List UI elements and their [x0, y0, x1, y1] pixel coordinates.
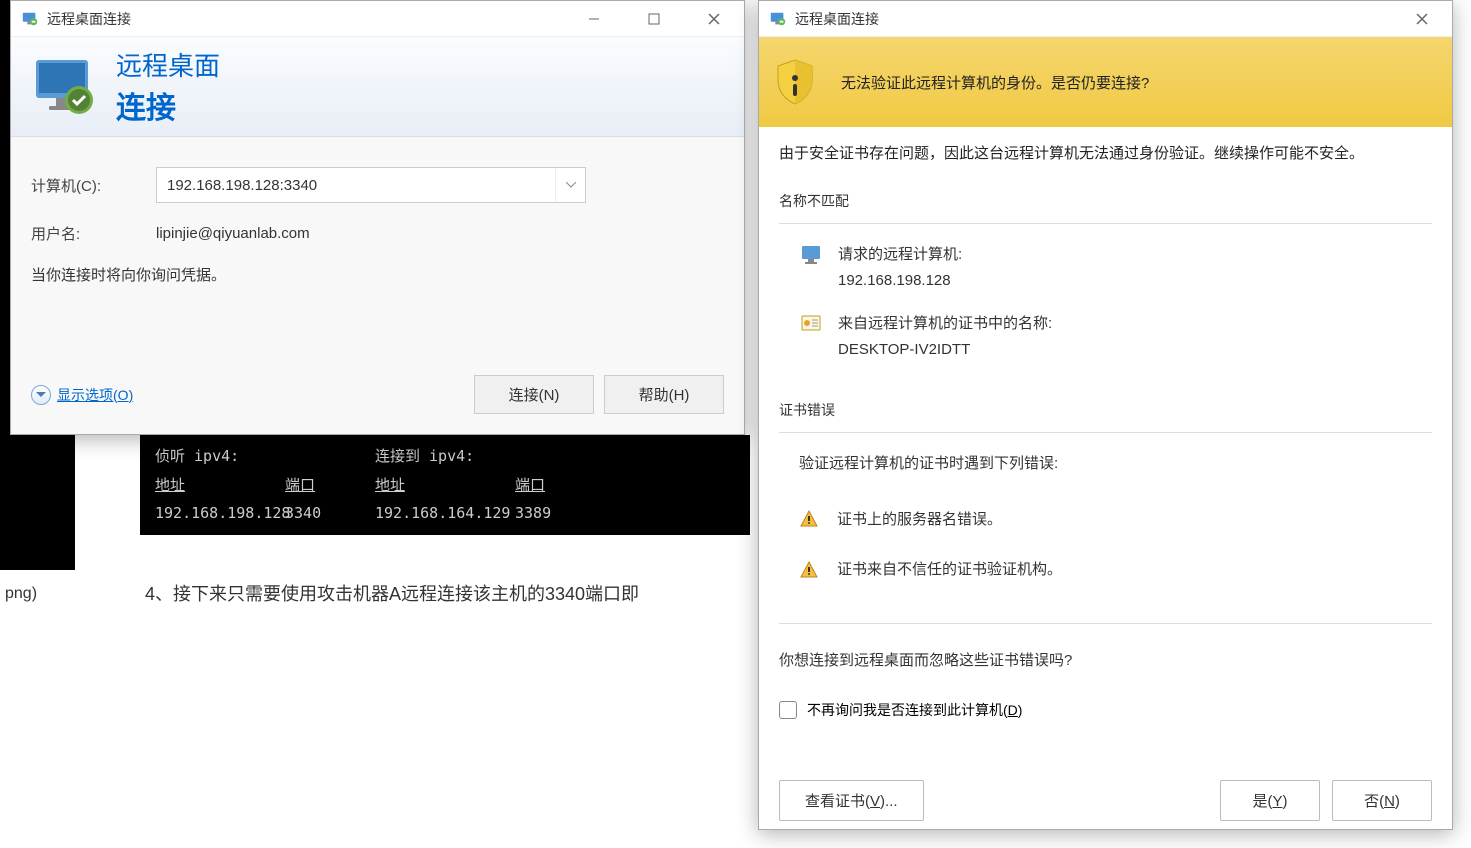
terminal-port-label-1: 端口	[285, 474, 375, 496]
shield-warning-icon	[774, 58, 816, 106]
minimize-button[interactable]	[564, 1, 624, 37]
cert-warning-window: 远程桌面连接 无法验证此远程计算机的身份。是否仍要连接? 由于安全证书存在问题，…	[758, 0, 1453, 830]
cert-name-row: 来自远程计算机的证书中的名称: DESKTOP-IV2IDTT	[779, 311, 1432, 362]
close-button[interactable]	[1392, 1, 1452, 37]
warning-banner: 无法验证此远程计算机的身份。是否仍要连接?	[759, 37, 1452, 127]
requested-value: 192.168.198.128	[838, 268, 962, 294]
divider	[779, 623, 1432, 624]
computer-icon	[799, 242, 823, 266]
cert-errors-desc: 验证远程计算机的证书时遇到下列错误:	[779, 451, 1432, 477]
explanation-text: 由于安全证书存在问题，因此这台远程计算机无法通过身份验证。继续操作可能不安全。	[779, 142, 1432, 166]
window2-titlebar[interactable]: 远程桌面连接	[759, 1, 1452, 37]
error-row-1: 证书上的服务器名错误。	[779, 507, 1432, 533]
terminal-addr-label-1: 地址	[155, 474, 285, 496]
rdp-connect-window: 远程桌面连接 远程桌面	[10, 0, 745, 435]
banner-line1: 远程桌面	[116, 46, 220, 83]
warning-triangle-icon	[799, 560, 819, 580]
terminal-addr-2: 192.168.164.129	[375, 504, 515, 523]
terminal-header-listen: 侦听 ipv4:	[155, 445, 375, 466]
terminal-port-2: 3389	[515, 504, 575, 523]
rdp-banner-icon	[31, 52, 101, 122]
cert-errors-title: 证书错误	[779, 400, 1432, 420]
content-area: 由于安全证书存在问题，因此这台远程计算机无法通过身份验证。继续操作可能不安全。 …	[759, 127, 1452, 765]
bg-instruction-text: 4、接下来只需要使用攻击机器A远程连接该主机的3340端口即	[145, 580, 639, 606]
rdp-banner: 远程桌面 连接	[11, 37, 744, 137]
window1-titlebar[interactable]: 远程桌面连接	[11, 1, 744, 37]
terminal-port-1: 3340	[285, 504, 375, 523]
certificate-icon	[799, 311, 823, 335]
bg-filename-label: png)	[0, 580, 42, 608]
cert-name-value: DESKTOP-IV2IDTT	[838, 337, 1052, 363]
view-cert-button[interactable]: 查看证书(V)...	[779, 780, 924, 821]
warning-triangle-icon	[799, 509, 819, 529]
dont-ask-label[interactable]: 不再询问我是否连接到此计算机(D)	[807, 700, 1022, 720]
yes-button[interactable]: 是(Y)	[1220, 780, 1320, 821]
divider	[779, 432, 1432, 433]
dont-ask-checkbox[interactable]	[779, 701, 797, 719]
maximize-button[interactable]	[624, 1, 684, 37]
username-value: lipinjie@qiyuanlab.com	[156, 225, 310, 242]
terminal-addr-1: 192.168.198.128	[155, 504, 285, 523]
terminal-addr-label-2: 地址	[375, 474, 515, 496]
banner-line2: 连接	[116, 83, 220, 127]
requested-computer-text: 请求的远程计算机: 192.168.198.128	[838, 242, 962, 293]
banner-text: 远程桌面 连接	[116, 46, 220, 127]
computer-row: 计算机(C): 192.168.198.128:3340	[31, 167, 724, 203]
window1-controls	[564, 1, 744, 37]
error-2-text: 证书来自不信任的证书验证机构。	[837, 557, 1062, 583]
connect-button[interactable]: 连接(N)	[474, 375, 594, 414]
username-row: 用户名: lipinjie@qiyuanlab.com	[31, 223, 724, 244]
requested-computer-row: 请求的远程计算机: 192.168.198.128	[779, 242, 1432, 293]
chevron-down-icon	[31, 385, 51, 405]
form-area: 计算机(C): 192.168.198.128:3340 用户名: lipinj…	[11, 137, 744, 295]
terminal-header-connect: 连接到 ipv4:	[375, 445, 515, 466]
divider	[779, 223, 1432, 224]
no-button[interactable]: 否(N)	[1332, 780, 1432, 821]
dropdown-arrow-icon[interactable]	[555, 168, 585, 202]
close-button[interactable]	[684, 1, 744, 37]
error-1-text: 证书上的服务器名错误。	[837, 507, 1002, 533]
dont-ask-row: 不再询问我是否连接到此计算机(D)	[779, 700, 1432, 720]
cert-name-label: 来自远程计算机的证书中的名称:	[838, 311, 1052, 337]
credentials-info: 当你连接时将向你询问凭据。	[31, 264, 724, 285]
connect-question: 你想连接到远程桌面而忽略这些证书错误吗?	[779, 649, 1432, 670]
window2-controls	[1392, 1, 1452, 37]
requested-label: 请求的远程计算机:	[838, 242, 962, 268]
help-button[interactable]: 帮助(H)	[604, 375, 724, 414]
terminal-port-label-2: 端口	[515, 474, 575, 496]
warning-message: 无法验证此远程计算机的身份。是否仍要连接?	[841, 72, 1149, 93]
rdp-app-icon	[21, 10, 39, 28]
window1-title: 远程桌面连接	[47, 9, 564, 29]
computer-combobox[interactable]: 192.168.198.128:3340	[156, 167, 586, 203]
name-mismatch-title: 名称不匹配	[779, 191, 1432, 211]
show-options-toggle[interactable]: 显示选项(O)	[31, 385, 133, 405]
rdp-app-icon	[769, 10, 787, 28]
error-row-2: 证书来自不信任的证书验证机构。	[779, 557, 1432, 583]
computer-value: 192.168.198.128:3340	[167, 177, 317, 194]
terminal-output: 侦听 ipv4: 连接到 ipv4: 地址 端口 地址 端口 192.168.1…	[140, 435, 750, 535]
computer-label: 计算机(C):	[31, 175, 156, 196]
window2-title: 远程桌面连接	[795, 9, 1392, 29]
options-label: 显示选项(O)	[57, 385, 133, 405]
cert-name-text: 来自远程计算机的证书中的名称: DESKTOP-IV2IDTT	[838, 311, 1052, 362]
username-label: 用户名:	[31, 223, 156, 244]
window1-footer: 显示选项(O) 连接(N) 帮助(H)	[11, 360, 744, 434]
window2-buttons: 查看证书(V)... 是(Y) 否(N)	[759, 765, 1452, 836]
